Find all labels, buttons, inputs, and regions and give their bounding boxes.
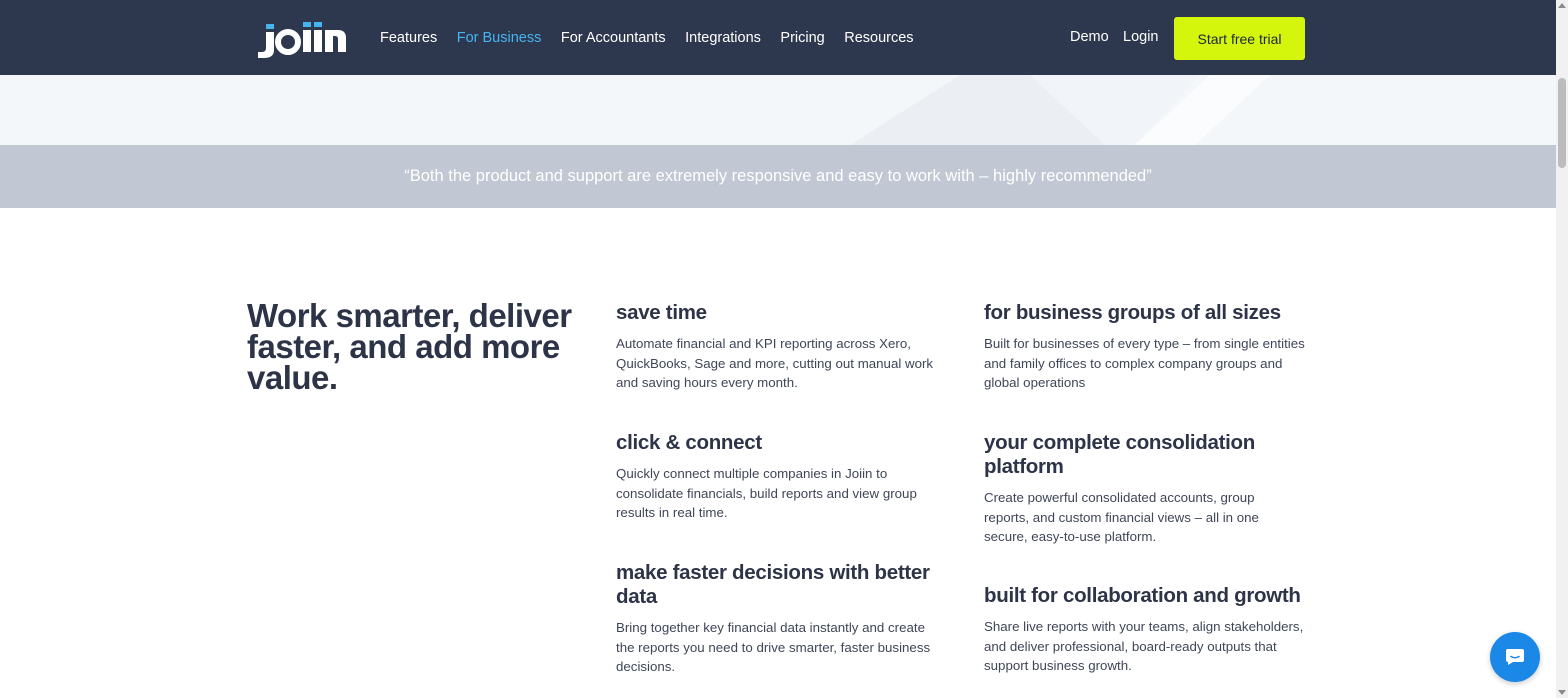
feature-title: make faster decisions with better data [616, 561, 930, 608]
testimonial-band: “Both the product and support are extrem… [0, 145, 1556, 208]
nav-integrations[interactable]: Integrations [685, 30, 761, 46]
feature-title: click & connect [616, 431, 762, 454]
feature-consolidation-platform: your complete consolidation platform Cre… [984, 431, 1284, 547]
feature-title: your complete consolidation platform [984, 431, 1255, 478]
feature-text: Automate financial and KPI reporting acr… [616, 336, 934, 391]
feature-text: Bring together key financial data instan… [616, 620, 931, 675]
decorative-shapes [850, 75, 1270, 145]
feature-title: save time [616, 301, 707, 324]
nav-features[interactable]: Features [380, 30, 437, 46]
testimonial-quote: “Both the product and support are extrem… [404, 167, 1152, 185]
scroll-down-arrow-icon[interactable] [1558, 690, 1566, 695]
joiin-logo[interactable] [256, 18, 348, 60]
main-nav: Features For Business For Accountants In… [380, 0, 933, 75]
feature-save-time: save time Automate financial and KPI rep… [616, 301, 946, 393]
nav-for-business[interactable]: For Business [457, 30, 542, 46]
top-navigation-bar: Features For Business For Accountants In… [0, 0, 1556, 75]
feature-faster-decisions: make faster decisions with better data B… [616, 561, 941, 677]
feature-text: Create powerful consolidated accounts, g… [984, 490, 1259, 545]
feature-text: Quickly connect multiple companies in Jo… [616, 466, 917, 521]
login-link[interactable]: Login [1123, 29, 1158, 45]
section-headline: Work smarter, deliver faster, and add mo… [247, 297, 572, 396]
page-scrollbar[interactable] [1556, 0, 1568, 698]
demo-link[interactable]: Demo [1070, 29, 1109, 45]
hero-background [0, 75, 1556, 145]
feature-collaboration-growth: built for collaboration and growth Share… [984, 584, 1314, 676]
feature-business-groups: for business groups of all sizes Built f… [984, 301, 1314, 393]
scrollbar-thumb[interactable] [1558, 78, 1566, 168]
chat-launcher-button[interactable] [1490, 632, 1540, 682]
feature-title: built for collaboration and growth [984, 584, 1301, 607]
feature-title: for business groups of all sizes [984, 301, 1281, 324]
nav-pricing[interactable]: Pricing [780, 30, 824, 46]
nav-resources[interactable]: Resources [844, 30, 913, 46]
start-free-trial-button[interactable]: Start free trial [1174, 17, 1305, 60]
feature-text: Built for businesses of every type – fro… [984, 336, 1305, 391]
scroll-up-arrow-icon[interactable] [1558, 3, 1566, 8]
chat-bubble-icon [1506, 649, 1524, 665]
feature-click-connect: click & connect Quickly connect multiple… [616, 431, 946, 523]
feature-text: Share live reports with your teams, alig… [984, 619, 1304, 674]
nav-for-accountants[interactable]: For Accountants [561, 30, 666, 46]
